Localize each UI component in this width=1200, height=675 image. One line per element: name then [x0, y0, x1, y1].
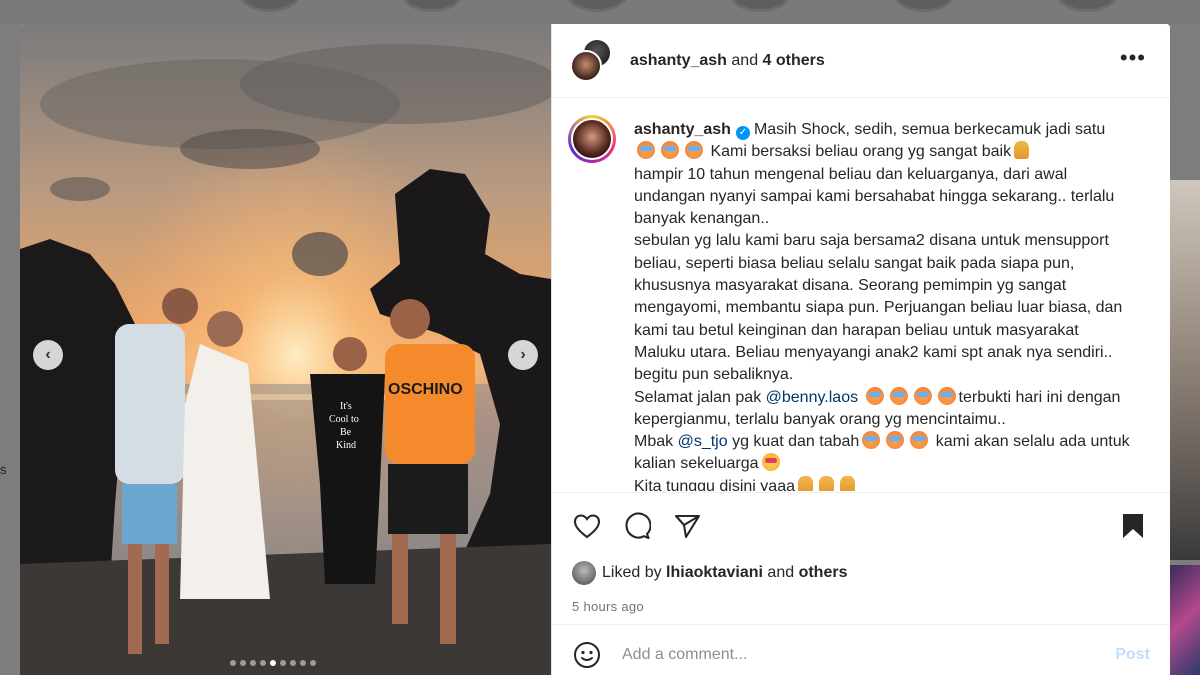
carousel-dot — [230, 660, 236, 666]
others-link[interactable]: 4 others — [763, 52, 825, 69]
next-post-preview-bottom[interactable] — [1170, 565, 1200, 675]
story-avatar[interactable] — [892, 0, 956, 12]
share-icon[interactable] — [672, 511, 702, 541]
shirt-text: Cool to — [329, 414, 359, 425]
chevron-left-icon: ‹ — [45, 346, 51, 363]
carousel-dot — [310, 660, 316, 666]
backdrop-left — [0, 24, 20, 675]
comment-icon[interactable] — [622, 511, 652, 541]
next-photo-button[interactable]: › — [508, 340, 538, 370]
comment-bar: Post — [552, 624, 1170, 675]
post-dialog: It's Cool to Be Kind OSCHINO ‹ › ashanty… — [20, 24, 1170, 675]
shirt-text: Kind — [336, 440, 356, 451]
caption-line: hampir 10 tahun mengenal beliau dan kelu… — [634, 165, 1119, 228]
caption-line: Mbak — [634, 433, 674, 451]
timestamp[interactable]: 5 hours ago — [572, 599, 644, 614]
crying-emoji-icon — [889, 386, 908, 405]
carousel-dot — [260, 660, 266, 666]
liked-by: Liked by lhiaoktaviani and others — [572, 561, 847, 585]
carousel-dot — [240, 660, 246, 666]
collab-avatars[interactable] — [570, 37, 616, 84]
caption-line: sebulan yg lalu kami baru saja bersama2 … — [634, 232, 1127, 384]
carousel-dot — [290, 660, 296, 666]
stories-strip — [0, 0, 1200, 24]
crying-emoji-icon — [910, 431, 929, 450]
caption-line: Selamat jalan pak — [634, 388, 762, 406]
crying-emoji-icon — [862, 431, 881, 450]
post-side-panel: ashanty_ash and 4 others ••• ashanty_ash… — [551, 24, 1170, 675]
shirt-text: Be — [340, 427, 352, 438]
shirt2-text: OSCHINO — [388, 381, 463, 398]
action-icons — [572, 511, 702, 541]
crying-emoji-icon — [661, 141, 679, 160]
backdrop-fragment: s — [0, 462, 7, 477]
story-avatar[interactable] — [238, 0, 302, 12]
comment-input[interactable] — [622, 645, 1092, 664]
carousel-dot — [280, 660, 286, 666]
pray-emoji-icon — [840, 475, 855, 491]
caption-username[interactable]: ashanty_ash — [634, 121, 731, 138]
prev-photo-button[interactable]: ‹ — [33, 340, 63, 370]
liked-connector: and — [767, 564, 795, 581]
post-authors: ashanty_ash and 4 others — [630, 52, 825, 70]
emoji-icon[interactable] — [572, 640, 602, 670]
next-post-preview[interactable] — [1170, 180, 1200, 560]
crying-emoji-icon — [913, 386, 932, 405]
more-options-icon[interactable]: ••• — [1120, 47, 1146, 69]
crying-emoji-icon — [886, 431, 905, 450]
liked-prefix: Liked by — [602, 564, 662, 581]
liked-user-link[interactable]: lhiaoktaviani — [666, 564, 763, 582]
crying-emoji-icon — [685, 141, 703, 160]
caption-line: yg kuat dan tabah — [732, 433, 860, 451]
caption-avatar[interactable] — [568, 115, 616, 163]
verified-badge-icon: ✓ — [735, 126, 750, 140]
crying-emoji-icon — [937, 386, 956, 405]
post-comment-button[interactable]: Post — [1115, 646, 1150, 664]
screen: It's Cool to Be Kind OSCHINO ‹ › ashanty… — [0, 0, 1200, 675]
story-avatar[interactable] — [728, 0, 792, 12]
caption-text: ashanty_ash ✓ Masih Shock, sedih, semua be… — [634, 119, 1130, 491]
carousel-indicator — [230, 660, 316, 666]
bookmark-icon[interactable] — [1118, 511, 1148, 541]
carousel-dot — [270, 660, 276, 666]
carousel-dot — [300, 660, 306, 666]
shirt-text: It's — [340, 401, 352, 412]
heart-eyes-emoji-icon — [761, 453, 780, 472]
story-avatar[interactable] — [1055, 0, 1119, 12]
heart-icon[interactable] — [572, 511, 602, 541]
post-header: ashanty_ash and 4 others ••• — [552, 24, 1170, 98]
post-photo: It's Cool to Be Kind OSCHINO ‹ › — [20, 24, 551, 675]
story-avatar[interactable] — [565, 0, 629, 12]
pray-emoji-icon — [1014, 141, 1030, 160]
crying-emoji-icon — [865, 386, 884, 405]
crying-emoji-icon — [637, 141, 655, 160]
author-connector: and — [731, 51, 759, 69]
avatar[interactable] — [570, 49, 602, 82]
caption-line: Kami bersaksi beliau orang yg sangat bai… — [710, 143, 1012, 161]
chevron-right-icon: › — [520, 346, 526, 363]
avatar[interactable] — [572, 561, 596, 585]
caption-line: Kita tunggu disini yaaa — [634, 477, 795, 491]
liked-others-link[interactable]: others — [799, 564, 848, 582]
photo-scene: It's Cool to Be Kind OSCHINO — [20, 24, 551, 675]
author-username[interactable]: ashanty_ash — [630, 52, 727, 69]
mention-link[interactable]: @s_tjo — [678, 433, 728, 450]
caption-area[interactable]: ashanty_ash ✓ Masih Shock, sedih, semua be… — [552, 99, 1170, 491]
carousel-dot — [250, 660, 256, 666]
story-avatar[interactable] — [400, 0, 464, 12]
caption-line: Masih Shock, sedih, semua berkecamuk jad… — [753, 121, 1106, 138]
pray-emoji-icon — [819, 475, 834, 491]
mention-link[interactable]: @benny.laos — [766, 389, 858, 406]
pray-emoji-icon — [798, 475, 813, 491]
